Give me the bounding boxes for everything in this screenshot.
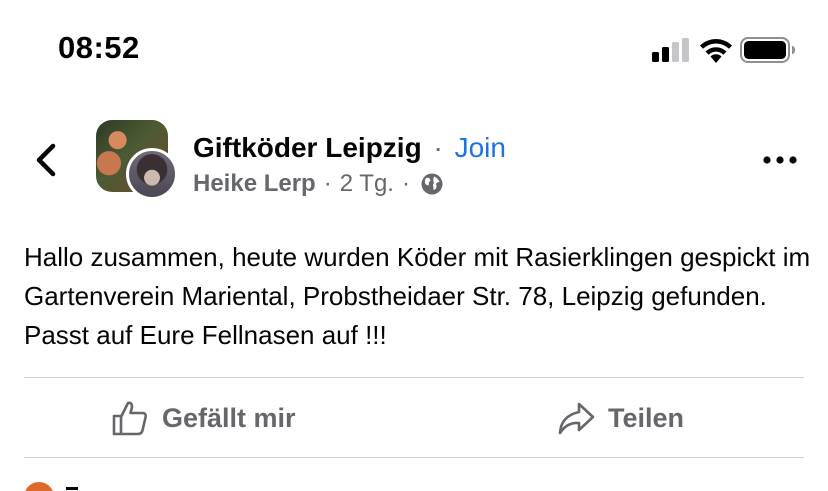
divider — [24, 377, 804, 378]
post-header: Giftköder Leipzig · Join Heike Lerp · 2 … — [193, 130, 506, 200]
post-avatar[interactable] — [96, 120, 180, 200]
like-button[interactable]: Gefällt mir — [110, 396, 296, 440]
separator-dot: · — [401, 170, 410, 197]
group-name-link[interactable]: Giftköder Leipzig — [193, 132, 422, 163]
status-bar: 08:52 — [0, 0, 828, 100]
status-time: 08:52 — [58, 30, 140, 65]
separator-dot: · — [323, 170, 332, 197]
join-button[interactable]: Join — [455, 132, 506, 163]
author-avatar[interactable] — [126, 148, 178, 200]
battery-icon — [740, 37, 795, 63]
like-label: Gefällt mir — [162, 402, 296, 433]
author-name-link[interactable]: Heike Lerp — [193, 168, 316, 200]
divider — [24, 457, 804, 458]
next-item-avatar[interactable] — [24, 482, 54, 491]
share-label: Teilen — [608, 402, 685, 433]
globe-icon — [421, 173, 443, 195]
post-time[interactable]: 2 Tg. — [340, 168, 394, 200]
wifi-icon — [700, 39, 732, 63]
post-body: Hallo zusammen, heute wurden Köder mit R… — [24, 242, 811, 350]
chevron-left-icon — [36, 143, 56, 177]
separator-dot: · — [433, 132, 443, 163]
post-meta: Heike Lerp · 2 Tg. · — [193, 168, 506, 200]
group-line: Giftköder Leipzig · Join — [193, 130, 506, 166]
thumbs-up-icon — [112, 401, 148, 436]
share-button[interactable]: Teilen — [556, 396, 684, 440]
cellular-signal-icon — [652, 38, 689, 62]
share-arrow-icon — [558, 402, 595, 435]
back-button[interactable] — [30, 140, 64, 180]
next-item-text — [66, 487, 78, 490]
more-options-button[interactable] — [760, 150, 800, 170]
